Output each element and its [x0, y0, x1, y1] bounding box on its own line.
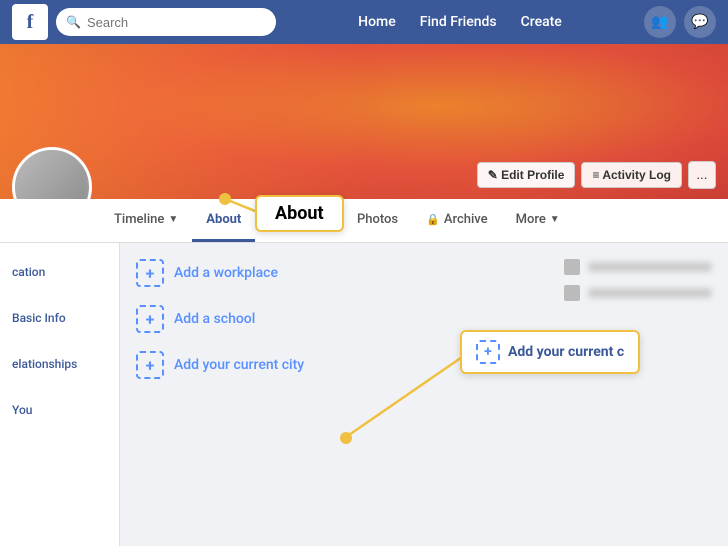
left-sidebar: cation Basic Info elationships You: [0, 243, 120, 546]
add-school-label[interactable]: Add a school: [174, 311, 255, 327]
sidebar-location[interactable]: cation: [12, 259, 107, 285]
search-bar[interactable]: 🔍: [56, 8, 276, 36]
blurred-text-2: [588, 288, 712, 298]
activity-log-button[interactable]: ≡ Activity Log: [581, 162, 682, 188]
add-workplace-label[interactable]: Add a workplace: [174, 265, 278, 281]
search-input[interactable]: [87, 15, 266, 30]
nav-left: f 🔍: [12, 4, 276, 40]
blurred-item-2: [564, 285, 712, 301]
search-icon: 🔍: [66, 15, 81, 29]
main-area: cation Basic Info elationships You + Add…: [0, 243, 728, 546]
about-tooltip: About: [255, 195, 344, 232]
nav-create[interactable]: Create: [521, 14, 562, 30]
tab-photos[interactable]: Photos: [343, 199, 412, 242]
edit-profile-button[interactable]: ✎ Edit Profile: [477, 162, 576, 188]
about-content: + Add a workplace + Add a school + Add y…: [120, 243, 548, 546]
blurred-item-1: [564, 259, 712, 275]
tab-about[interactable]: About: [192, 199, 255, 242]
facebook-logo: f: [12, 4, 48, 40]
sidebar-section-location: cation: [12, 259, 107, 285]
nav-find-friends[interactable]: Find Friends: [420, 14, 497, 30]
add-city-tooltip: + Add your current c: [460, 330, 640, 374]
add-school-row: + Add a school: [136, 305, 532, 333]
add-city-button[interactable]: +: [136, 351, 164, 379]
friends-icon[interactable]: 👥: [644, 6, 676, 38]
sidebar-section-relationships: elationships: [12, 351, 107, 377]
add-workplace-row: + Add a workplace: [136, 259, 532, 287]
nav-home[interactable]: Home: [358, 14, 396, 30]
right-content: [548, 243, 728, 546]
nav-links: Home Find Friends Create: [358, 14, 562, 30]
profile-picture: [12, 147, 92, 199]
top-navigation: f 🔍 Home Find Friends Create 👥 💬: [0, 0, 728, 44]
about-arrow-dot: [219, 193, 231, 205]
cover-photo: ✎ Edit Profile ≡ Activity Log ...: [0, 44, 728, 199]
tab-timeline[interactable]: Timeline ▼: [100, 199, 192, 242]
tooltip-add-icon: +: [476, 340, 500, 364]
profile-tabs-bar: Timeline ▼ About Friends 52 Photos 🔒 Arc…: [0, 199, 728, 243]
profile-pic-image: [15, 150, 89, 199]
sidebar-basic-info[interactable]: Basic Info: [12, 305, 107, 331]
add-city-label[interactable]: Add your current city: [174, 357, 304, 373]
city-arrow-dot: [340, 432, 352, 444]
sidebar-you[interactable]: You: [12, 397, 107, 423]
sidebar-section-basic: Basic Info: [12, 305, 107, 331]
profile-actions: ✎ Edit Profile ≡ Activity Log ...: [477, 161, 716, 189]
messenger-icon[interactable]: 💬: [684, 6, 716, 38]
blurred-text-1: [588, 262, 712, 272]
sidebar-relationships[interactable]: elationships: [12, 351, 107, 377]
add-workplace-button[interactable]: +: [136, 259, 164, 287]
sidebar-section-you: You: [12, 397, 107, 423]
more-options-button[interactable]: ...: [688, 161, 716, 189]
tooltip-add-city-label: Add your current c: [508, 344, 624, 360]
nav-icons: 👥 💬: [644, 6, 716, 38]
tab-archive[interactable]: 🔒 Archive: [412, 199, 501, 242]
blurred-icon-1: [564, 259, 580, 275]
tab-more[interactable]: More ▼: [502, 199, 574, 242]
blurred-icon-2: [564, 285, 580, 301]
add-school-button[interactable]: +: [136, 305, 164, 333]
